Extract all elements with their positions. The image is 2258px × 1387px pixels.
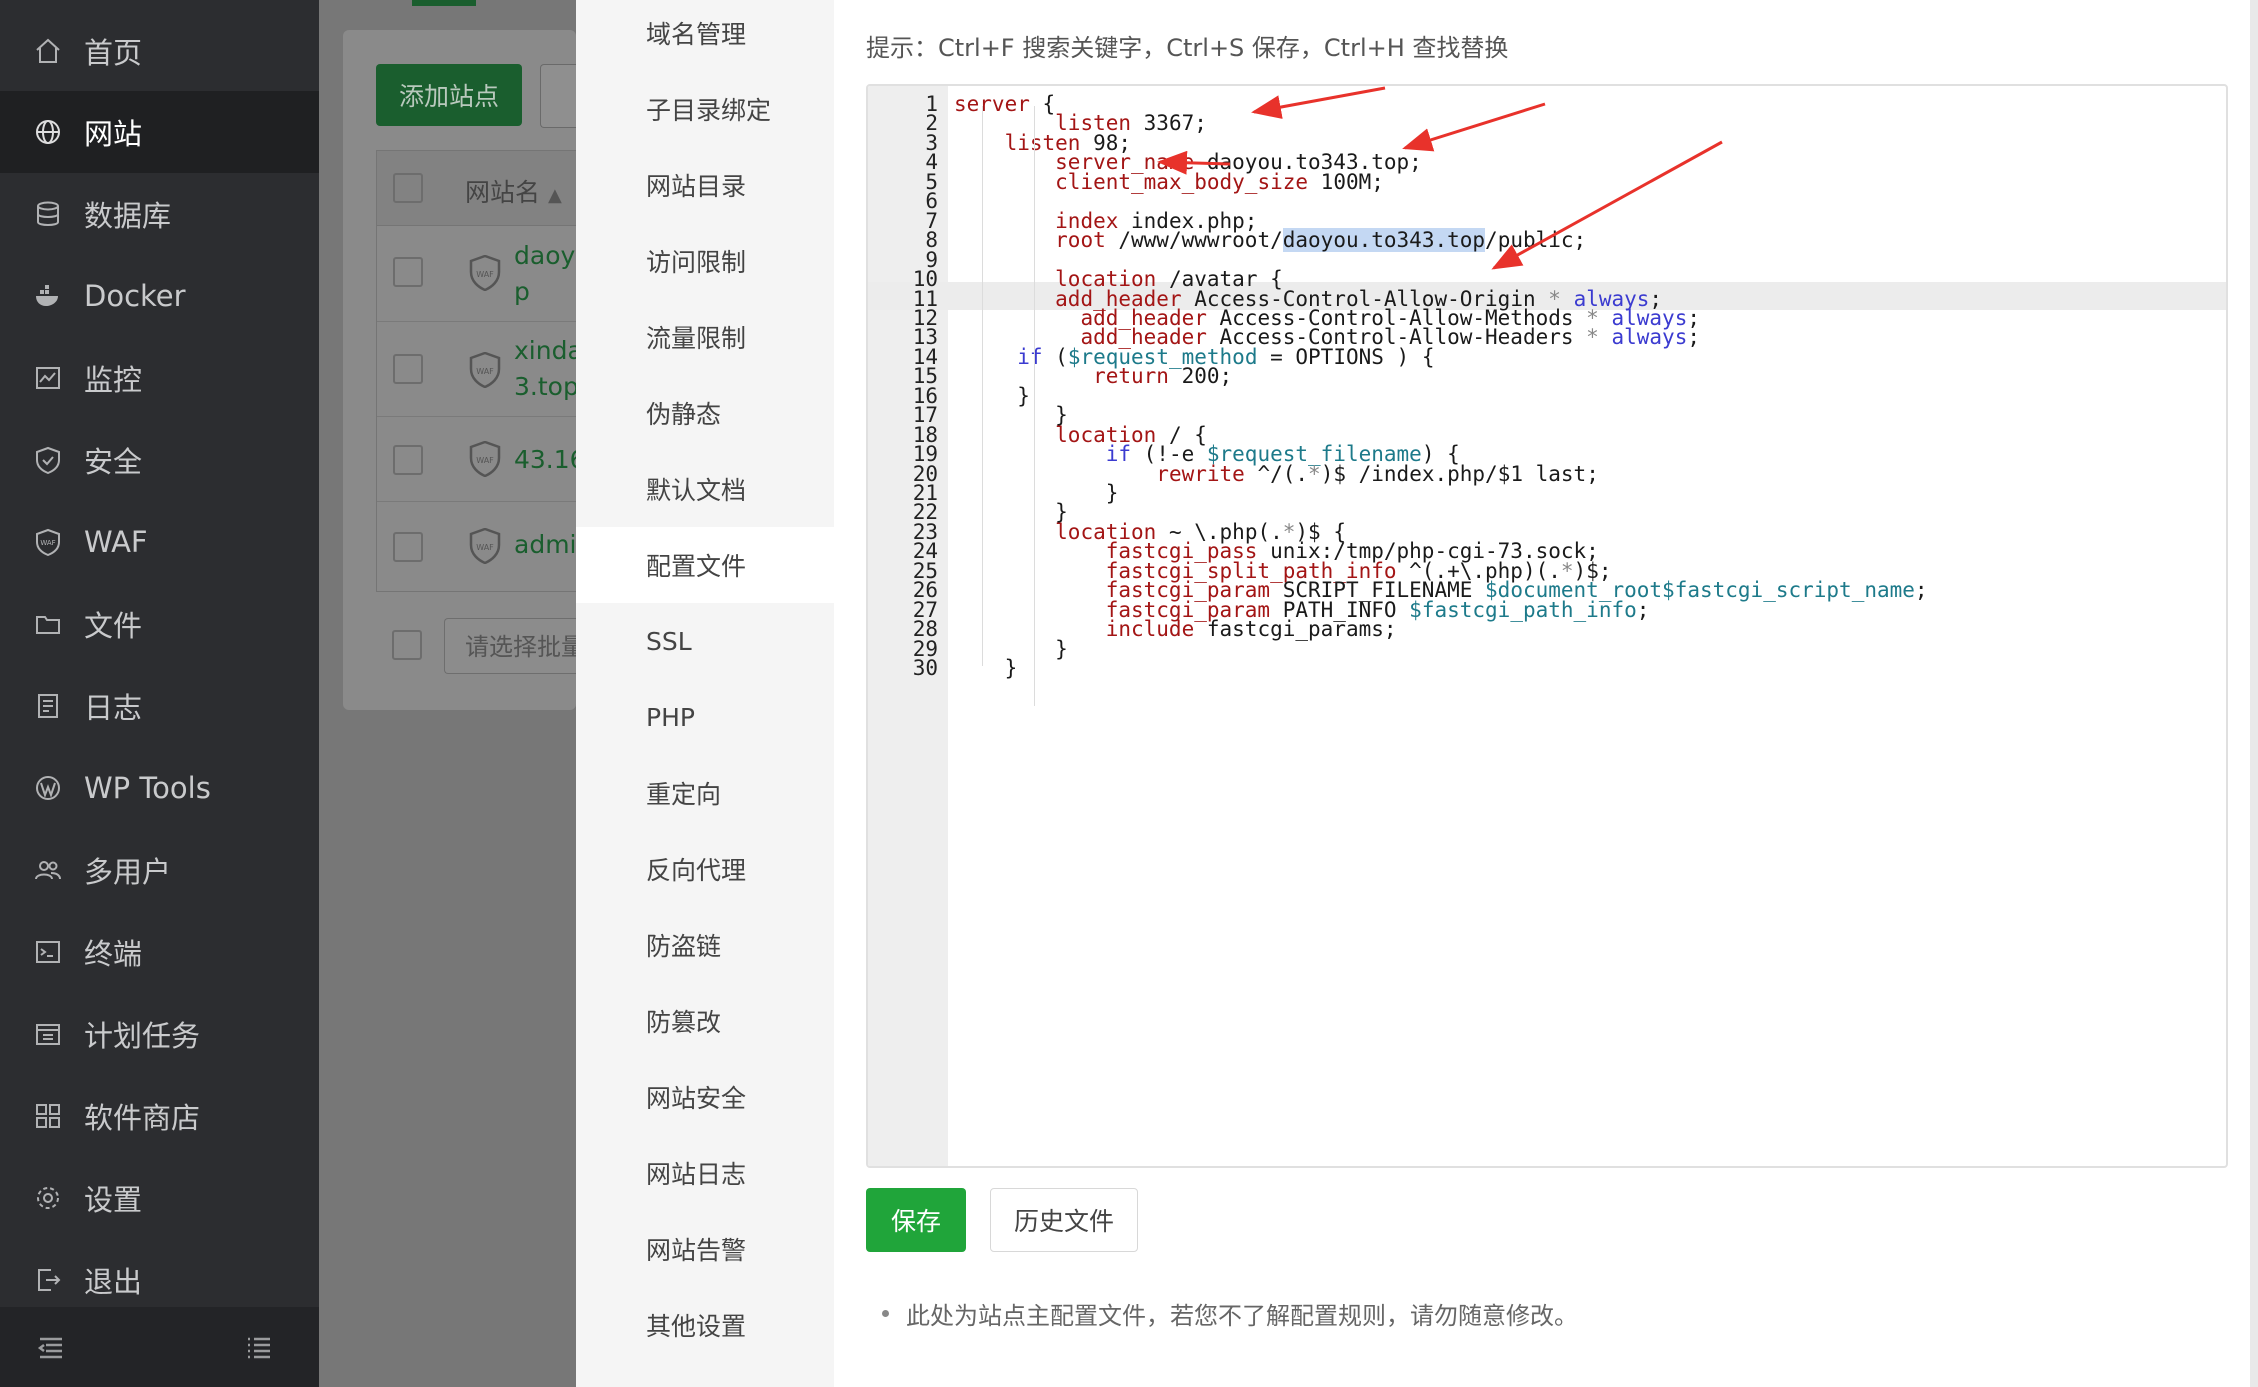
arrow-mark [1251, 86, 1386, 119]
arrow-mark [1491, 140, 1723, 270]
arrow-mark [1402, 102, 1546, 152]
annotation-arrows [1157, 86, 1723, 270]
arrow-mark [1157, 150, 1231, 175]
